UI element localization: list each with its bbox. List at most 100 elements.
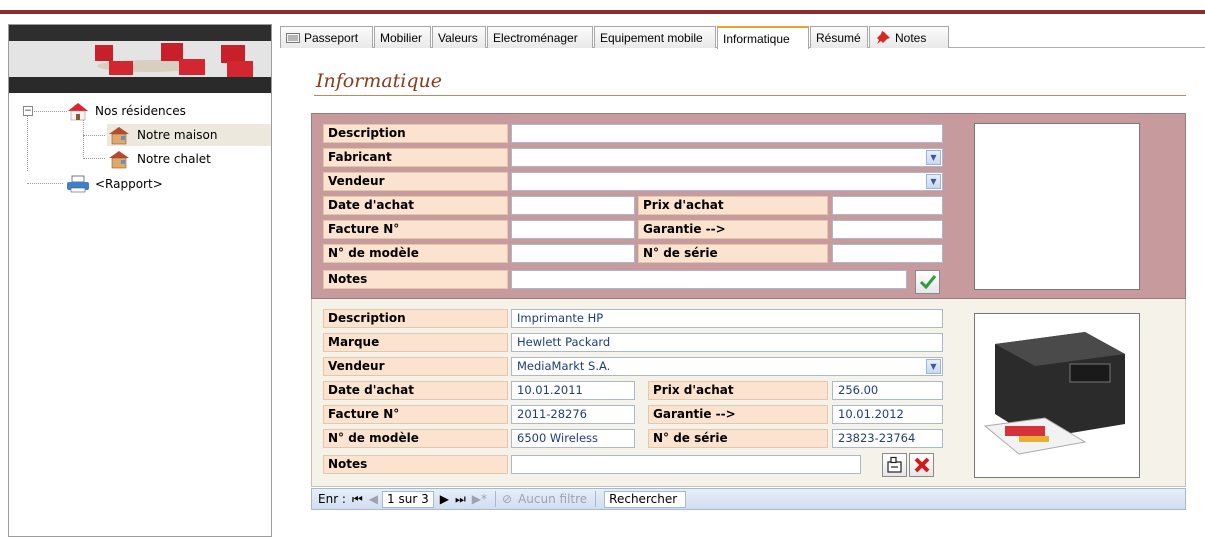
- navigation-pane: − Nos résidences Notre maison Notre chal…: [8, 24, 272, 537]
- new-item-picture[interactable]: [974, 123, 1140, 290]
- combo-value: MediaMarkt S.A.: [517, 359, 611, 373]
- tree-item-rapport[interactable]: <Rapport>: [65, 173, 167, 195]
- new-fabricant-combo[interactable]: ▼: [511, 148, 943, 167]
- edit-button[interactable]: [882, 453, 907, 477]
- garantie-label: Garantie -->: [638, 220, 828, 239]
- house-icon: [109, 127, 129, 145]
- tab-label: Résumé: [816, 30, 861, 45]
- top-accent-line: [0, 10, 1205, 14]
- tab-resume[interactable]: Résumé: [810, 26, 868, 48]
- item-picture[interactable]: [974, 313, 1140, 478]
- first-record-icon[interactable]: ⏮: [352, 492, 363, 507]
- tree-connector: [83, 135, 105, 136]
- date-achat-input[interactable]: 10.01.2011: [511, 381, 635, 400]
- edit-icon: [886, 456, 902, 473]
- serie-label: N° de série: [638, 244, 828, 263]
- new-record-icon[interactable]: ▶*: [472, 492, 487, 506]
- tree-item-nos-residences[interactable]: Nos résidences: [65, 100, 190, 122]
- filter-icon[interactable]: ⊘: [502, 492, 512, 506]
- house-icon: [68, 103, 88, 121]
- meeting-room-image: [9, 25, 271, 93]
- new-prix-achat-input[interactable]: [832, 196, 943, 215]
- record-label: Enr :: [318, 492, 346, 506]
- delete-x-icon: [914, 457, 929, 473]
- vendeur-label: Vendeur: [323, 357, 508, 376]
- last-record-icon[interactable]: ⏭: [455, 492, 466, 507]
- chevron-down-icon[interactable]: ▼: [926, 174, 941, 189]
- notes-input[interactable]: [511, 455, 861, 474]
- vendeur-label: Vendeur: [323, 172, 508, 191]
- new-record-panel: Description Fabricant ▼ Vendeur ▼ Date d…: [311, 113, 1186, 299]
- save-button[interactable]: [915, 270, 940, 294]
- filter-status-label[interactable]: Aucun filtre: [518, 492, 587, 506]
- tab-label: Valeurs: [438, 30, 478, 45]
- prix-achat-input[interactable]: 256.00: [832, 381, 943, 400]
- tree-connector: [31, 111, 67, 112]
- garantie-label: Garantie -->: [648, 405, 828, 424]
- tab-label: Informatique: [723, 31, 790, 46]
- facture-label: Facture N°: [323, 220, 508, 239]
- tab-label: Notes: [895, 30, 927, 45]
- tab-notes[interactable]: Notes: [869, 26, 949, 48]
- tab-strip: Passeport Mobilier Valeurs Electroménage…: [280, 26, 1205, 49]
- form-title: Informatique: [316, 70, 442, 92]
- form-icon: [286, 32, 300, 43]
- tab-label: Passeport: [304, 30, 359, 45]
- marque-input[interactable]: Hewlett Packard: [511, 333, 943, 352]
- next-record-icon[interactable]: ▶: [440, 492, 449, 506]
- serie-input[interactable]: 23823-23764: [832, 429, 943, 448]
- tab-label: Mobilier: [380, 30, 423, 45]
- nav-separator: [495, 491, 497, 507]
- tree-item-notre-chalet[interactable]: Notre chalet: [107, 148, 215, 170]
- nav-separator: [595, 491, 597, 507]
- description-input[interactable]: Imprimante HP: [511, 309, 943, 328]
- modele-label: N° de modèle: [323, 244, 508, 263]
- delete-button[interactable]: [909, 453, 934, 477]
- record-navigator: Enr : ⏮ ◀ 1 sur 3 ▶ ⏭ ▶* ⊘ Aucun filtre …: [311, 488, 1186, 510]
- tab-equipement-mobile[interactable]: Equipement mobile: [594, 26, 716, 48]
- new-modele-input[interactable]: [511, 244, 635, 263]
- tab-mobilier[interactable]: Mobilier: [374, 26, 431, 48]
- tree-connector: [83, 119, 84, 159]
- description-label: Description: [323, 309, 508, 328]
- modele-input[interactable]: 6500 Wireless: [511, 429, 635, 448]
- new-vendeur-combo[interactable]: ▼: [511, 172, 943, 191]
- search-input[interactable]: Rechercher: [604, 490, 687, 508]
- marque-label: Marque: [323, 333, 508, 352]
- pushpin-icon: [877, 30, 890, 44]
- description-label: Description: [323, 124, 508, 143]
- new-date-achat-input[interactable]: [511, 196, 635, 215]
- tree-connector: [83, 158, 105, 159]
- tree-report-label: <Rapport>: [95, 177, 163, 191]
- house-icon: [109, 151, 129, 169]
- prix-achat-label: Prix d'achat: [638, 196, 828, 215]
- chevron-down-icon[interactable]: ▼: [926, 150, 941, 165]
- vendeur-combo[interactable]: MediaMarkt S.A. ▼: [511, 357, 943, 376]
- new-serie-input[interactable]: [832, 244, 943, 263]
- new-facture-input[interactable]: [511, 220, 635, 239]
- tab-valeurs[interactable]: Valeurs: [432, 26, 486, 48]
- chevron-down-icon[interactable]: ▼: [926, 359, 941, 374]
- checkmark-icon: [919, 275, 936, 290]
- facture-label: Facture N°: [323, 405, 508, 424]
- printer-photo: [975, 314, 1139, 477]
- record-position-input[interactable]: 1 sur 3: [382, 490, 434, 508]
- previous-record-icon[interactable]: ◀: [369, 492, 378, 506]
- new-description-input[interactable]: [511, 124, 943, 143]
- garantie-input[interactable]: 10.01.2012: [832, 405, 943, 424]
- minus-box-icon[interactable]: −: [23, 106, 33, 116]
- date-achat-label: Date d'achat: [323, 196, 508, 215]
- tab-passeport[interactable]: Passeport: [280, 26, 373, 48]
- tree-root-label: Nos résidences: [95, 104, 186, 118]
- tab-electromenager[interactable]: Electroménager: [487, 26, 593, 48]
- facture-input[interactable]: 2011-28276: [511, 405, 635, 424]
- notes-label: Notes: [323, 270, 508, 289]
- new-notes-input[interactable]: [511, 270, 907, 289]
- notes-label: Notes: [323, 455, 508, 474]
- date-achat-label: Date d'achat: [323, 381, 508, 400]
- new-garantie-input[interactable]: [832, 220, 943, 239]
- tree-item-notre-maison[interactable]: Notre maison: [107, 124, 271, 146]
- record-panel: Description Imprimante HP Marque Hewlett…: [311, 299, 1186, 487]
- tab-informatique[interactable]: Informatique: [717, 26, 809, 49]
- tree-connector: [27, 183, 63, 184]
